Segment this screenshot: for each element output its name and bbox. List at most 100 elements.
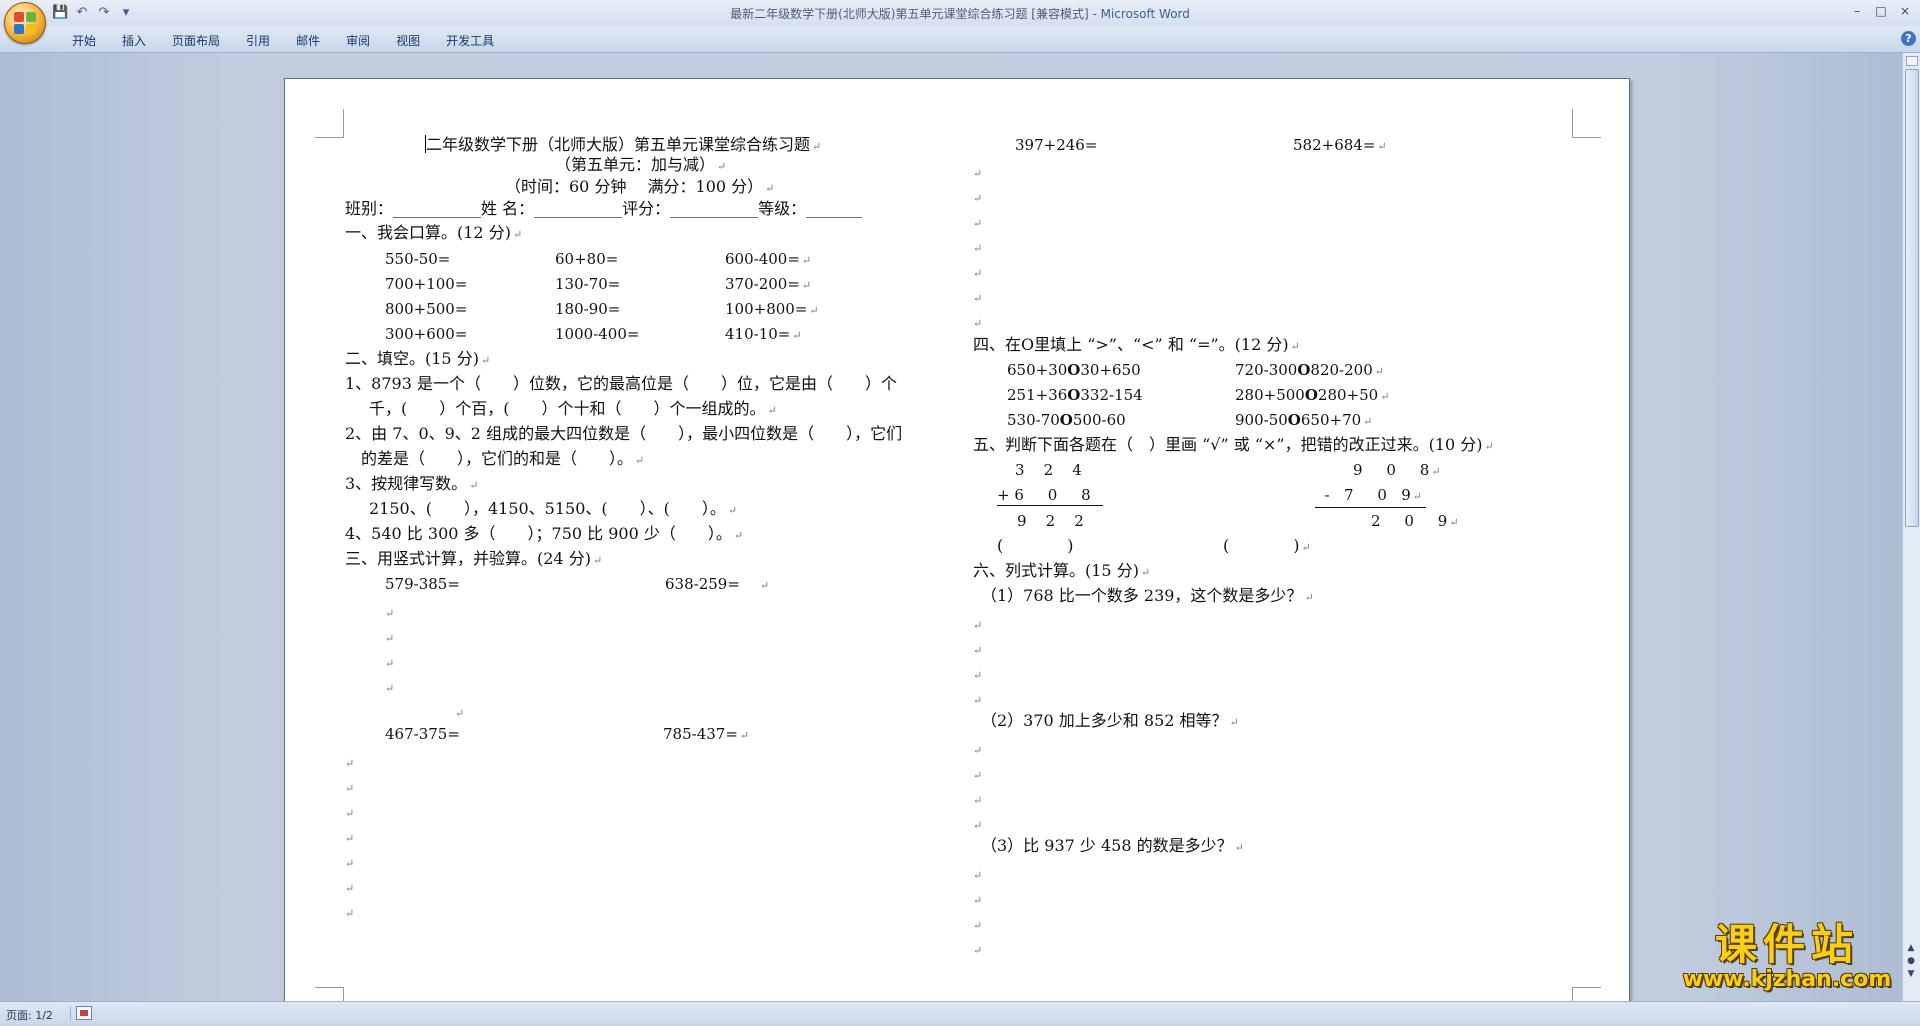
help-icon[interactable]: ? — [1901, 31, 1916, 46]
tab-references[interactable]: 引用 — [234, 30, 282, 50]
info-line: 班别：___________姓 名：___________评分：________… — [345, 199, 863, 218]
section-2-heading: 二、填空。(15 分) ↵ — [345, 349, 491, 368]
paragraph-mark: ↵ — [385, 682, 395, 695]
paragraph-mark: ↵ — [973, 192, 983, 205]
office-logo-icon — [14, 12, 36, 34]
window-title: 最新二年级数学下册(北师大版)第五单元课堂综合练习题 [兼容模式] - Micr… — [730, 7, 1190, 21]
watermark-text: 课件站 — [1714, 920, 1859, 969]
oral-item: 100+800= ↵ — [725, 300, 819, 318]
next-page-icon[interactable]: ▼ — [1904, 968, 1918, 981]
compare-item: 900-50O650+70 ↵ — [1235, 411, 1373, 429]
paragraph-mark: ↵ — [385, 632, 395, 645]
document-page[interactable]: 二年级数学下册（北师大版）第五单元课堂综合练习题 ↵ （第五单元：加与减） ↵ （时… — [284, 78, 1630, 1001]
paragraph-mark: ↵ — [385, 657, 395, 670]
tab-page-layout[interactable]: 页面布局 — [160, 30, 232, 50]
vertical-calc-left-row-1: 3 2 4 — [1015, 461, 1082, 479]
page-indicator[interactable]: 页面: 1/2 — [6, 1007, 53, 1023]
paragraph-mark: ↵ — [973, 819, 983, 832]
paragraph-mark: ↵ — [973, 694, 983, 707]
crop-mark — [315, 987, 344, 1001]
oral-item: 370-200= ↵ — [725, 275, 812, 293]
oral-item: 300+600= — [385, 325, 468, 343]
paragraph-mark: ↵ — [345, 832, 355, 845]
minimize-button[interactable]: – — [1846, 2, 1868, 20]
paragraph-mark: ↵ — [973, 619, 983, 632]
oral-item: 410-10= ↵ — [725, 325, 802, 343]
column-calc-item: 582+684= ↵ — [1293, 136, 1387, 154]
document-workspace: 二年级数学下册（北师大版）第五单元课堂综合练习题 ↵ （第五单元：加与减） ↵ （时… — [0, 53, 1902, 1001]
section-4-heading: 四、在O里填上 “>”、“<” 和 “=”。(12 分) ↵ — [973, 335, 1300, 354]
watermark-url: www.kjzhan.com — [1682, 967, 1892, 992]
paragraph-mark: ↵ — [973, 242, 983, 255]
section-5-heading: 五、判断下面各题在（ ）里画 “√” 或 “×”，把错的改正过来。(10 分) ↵ — [973, 435, 1494, 454]
oral-item: 700+100= — [385, 275, 468, 293]
section-3-heading: 三、用竖式计算，并验算。(24 分) ↵ — [345, 549, 603, 568]
column-calc-item: 467-375= — [385, 725, 460, 743]
select-browse-object-icon[interactable]: ● — [1904, 955, 1918, 968]
oral-item: 130-70= — [555, 275, 621, 293]
paragraph-mark: ↵ — [345, 782, 355, 795]
close-button[interactable]: × — [1894, 2, 1916, 20]
tab-view[interactable]: 视图 — [384, 30, 432, 50]
column-calc-item: 638-259= ↵ — [665, 575, 770, 593]
paragraph-mark: ↵ — [973, 267, 983, 280]
paragraph-mark: ↵ — [973, 317, 983, 330]
tab-insert[interactable]: 插入 — [110, 30, 158, 50]
tab-review[interactable]: 审阅 — [334, 30, 382, 50]
maximize-button[interactable]: □ — [1870, 2, 1892, 20]
tab-home[interactable]: 开始 — [60, 30, 108, 50]
vertical-calc-right-row-2: - 7 0 9 ↵ — [1315, 485, 1426, 508]
question-3: 3、按规律写数。 ↵ — [345, 474, 479, 493]
compare-circle: O — [1067, 361, 1081, 379]
compare-circle: O — [1059, 411, 1073, 429]
title-bar: 💾 ↶ ↷ ▾ 最新二年级数学下册(北师大版)第五单元课堂综合练习题 [兼容模式… — [0, 0, 1920, 27]
compare-item: 280+500O280+50 ↵ — [1235, 386, 1390, 404]
oral-item: 800+500= — [385, 300, 468, 318]
vertical-scrollbar[interactable] — [1902, 53, 1920, 1001]
macro-record-icon[interactable] — [76, 1006, 92, 1020]
judge-answer-left: ( ) — [997, 536, 1074, 555]
compare-circle: O — [1287, 411, 1301, 429]
previous-page-icon[interactable]: ▲ — [1904, 942, 1918, 955]
paragraph-mark: ↵ — [973, 794, 983, 807]
paragraph-mark: ↵ — [973, 944, 983, 957]
crop-mark — [1572, 987, 1601, 1001]
compare-circle: O — [1067, 386, 1081, 404]
tab-mailings[interactable]: 邮件 — [284, 30, 332, 50]
ruler-toggle-icon[interactable] — [1906, 56, 1918, 66]
paragraph-mark: ↵ — [973, 292, 983, 305]
office-button[interactable] — [4, 2, 46, 44]
compare-circle: O — [1304, 386, 1318, 404]
question-1-line-2: 千，( ）个百，( ）个十和（ ）个一组成的。 ↵ — [369, 399, 777, 418]
paragraph-mark: ↵ — [973, 894, 983, 907]
paragraph-mark: ↵ — [973, 919, 983, 932]
window-controls: – □ × — [1846, 2, 1916, 20]
time-line: （时间：60 分钟 满分：100 分） ↵ — [505, 177, 775, 196]
paragraph-mark: ↵ — [385, 607, 395, 620]
paragraph-mark: ↵ — [973, 869, 983, 882]
section-6-heading: 六、列式计算。(15 分) ↵ — [973, 561, 1151, 580]
paragraph-mark: ↵ — [455, 707, 465, 720]
scroll-thumb[interactable] — [1905, 69, 1919, 527]
word-problem-1: （1）768 比一个数多 239，这个数是多少？ ↵ — [981, 586, 1314, 605]
word-problem-2: （2）370 加上多少和 852 相等？ ↵ — [981, 711, 1239, 730]
oral-item: 550-50= — [385, 250, 451, 268]
question-4: 4、540 比 300 多（ ）；750 比 900 少（ ）。 ↵ — [345, 524, 744, 543]
paragraph-mark: ↵ — [973, 167, 983, 180]
oral-item: 1000-400= — [555, 325, 640, 343]
compare-item: 251+36O332-154 — [1007, 386, 1143, 404]
compare-item: 650+30O30+650 — [1007, 361, 1141, 379]
oral-item: 60+80= — [555, 250, 619, 268]
tab-developer[interactable]: 开发工具 — [434, 30, 506, 50]
crop-mark — [1572, 109, 1601, 138]
paragraph-mark: ↵ — [973, 769, 983, 782]
oral-item: 600-400= ↵ — [725, 250, 812, 268]
status-bar: 页面: 1/2 — [0, 1001, 1920, 1026]
question-2-line-2: 的差是（ ），它们的和是（ ）。 ↵ — [361, 449, 645, 468]
oral-item: 180-90= — [555, 300, 621, 318]
paragraph-mark: ↵ — [973, 669, 983, 682]
question-3-sequence: 2150、( ），4150、5150、( ）、( ）。 ↵ — [369, 499, 738, 518]
paragraph-mark: ↵ — [973, 644, 983, 657]
compare-circle: O — [1297, 361, 1311, 379]
ribbon-tab-bar: 开始 插入 页面布局 引用 邮件 审阅 视图 开发工具 ? — [0, 26, 1920, 53]
